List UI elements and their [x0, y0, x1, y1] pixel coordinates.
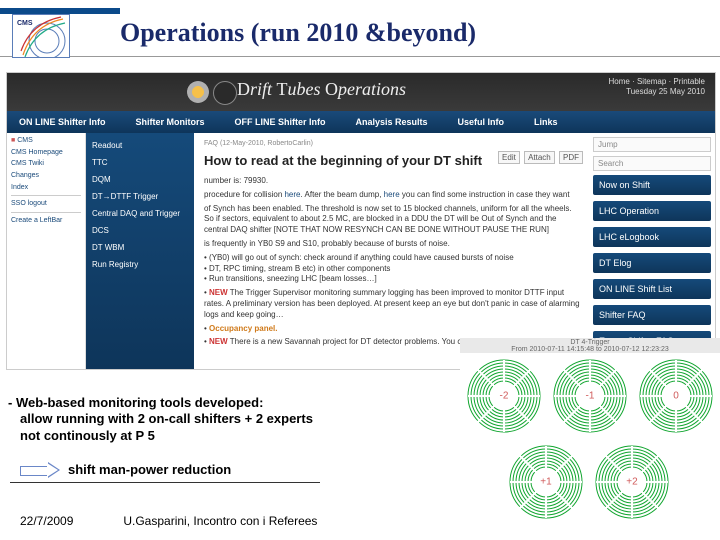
left-sidebar: ■ CMS CMS Homepage CMS Twiki Changes Ind… [7, 133, 86, 369]
cern-small-icon [213, 81, 237, 105]
slide-footer: 22/7/2009 U.Gasparini, Incontro con i Re… [20, 514, 317, 528]
link-here[interactable]: here [384, 190, 400, 199]
wheel-icon: +2 [594, 444, 670, 520]
left-item[interactable]: CMS Twiki [11, 160, 81, 168]
jump-input[interactable]: Jump [593, 137, 711, 152]
content-pane: FAQ (12-May-2010, RobertoCarlin) Edit At… [194, 133, 589, 369]
embedded-webpage: Drift Tubes Operations Home · Sitemap · … [6, 72, 716, 370]
slide-header: CMS Operations (run 2010 &beyond) [0, 0, 720, 57]
bullet-line: - Web-based monitoring tools developed: [8, 395, 428, 411]
wheel-label: -2 [500, 391, 509, 402]
webpage-banner: Drift Tubes Operations Home · Sitemap · … [7, 73, 715, 111]
sec-item[interactable]: DCS [92, 222, 188, 239]
content-note: of Synch has been enabled. The threshold… [204, 204, 581, 236]
left-sso[interactable]: SSO logout [11, 200, 81, 208]
slide-title: Operations (run 2010 &beyond) [120, 18, 476, 48]
nav-item[interactable]: Analysis Results [356, 117, 428, 127]
nav-item[interactable]: Shifter Monitors [136, 117, 205, 127]
wheel-label: +1 [540, 477, 551, 488]
cms-small-icon [187, 81, 209, 103]
webpage-topnav: ON LINE Shifter Info Shifter Monitors OF… [7, 111, 715, 134]
arrow-label: shift man-power reduction [68, 462, 231, 477]
wheel-icon: +1 [508, 444, 584, 520]
wheel-label: +2 [626, 477, 637, 488]
nav-item[interactable]: Links [534, 117, 558, 127]
wheel-label: 0 [673, 391, 679, 402]
attach-button[interactable]: Attach [524, 151, 555, 164]
left-item[interactable]: CMS [17, 137, 33, 144]
page-tools: Edit Attach PDF [496, 153, 583, 164]
wheel-icon: 0 [638, 358, 714, 434]
section-nav: Readout TTC DQM DT→DTTF Trigger Central … [86, 133, 194, 369]
crumb-links: Home · Sitemap · Printable [609, 77, 705, 86]
faq-date: FAQ (12-May-2010, RobertoCarlin) [204, 139, 581, 148]
sec-item[interactable]: Readout [92, 137, 188, 154]
right-button[interactable]: Shifter FAQ [593, 305, 711, 325]
bullet-block: - Web-based monitoring tools developed: … [8, 395, 428, 444]
content-note: • (YB0) will go out of synch: check arou… [204, 253, 581, 285]
footer-author: U.Gasparini, Incontro con i Referees [123, 514, 317, 528]
wheel-icon: -1 [552, 358, 628, 434]
right-button[interactable]: ON LINE Shift List [593, 279, 711, 299]
sec-item[interactable]: Run Registry [92, 256, 188, 273]
cms-logo: CMS [12, 14, 70, 58]
left-item[interactable]: CMS Homepage [11, 149, 81, 157]
footer-date: 22/7/2009 [20, 514, 120, 528]
crumb-date: Tuesday 25 May 2010 [626, 87, 705, 96]
nav-item[interactable]: Useful Info [458, 117, 505, 127]
sec-item[interactable]: Central DAQ and Trigger [92, 205, 188, 222]
svg-text:CMS: CMS [17, 20, 33, 27]
right-button[interactable]: LHC eLogbook [593, 227, 711, 247]
bullet-line: allow running with 2 on-call shifters + … [8, 411, 428, 427]
right-button[interactable]: Now on Shift [593, 175, 711, 195]
nav-item[interactable]: ON LINE Shifter Info [19, 117, 106, 127]
underline [10, 482, 320, 483]
pdf-button[interactable]: PDF [559, 151, 583, 164]
arrow-row: shift man-power reduction [20, 462, 231, 477]
wheel-panel: DT 4-Trigger From 2010-07-11 14:15:48 to… [460, 338, 720, 528]
nav-item[interactable]: OFF LINE Shifter Info [235, 117, 326, 127]
sec-item[interactable]: DQM [92, 171, 188, 188]
left-item[interactable]: Changes [11, 172, 81, 180]
link-here[interactable]: here [284, 190, 300, 199]
sec-item[interactable]: DT WBM [92, 239, 188, 256]
right-arrow-icon [20, 463, 60, 477]
run-number: number is: 79930. [204, 176, 581, 187]
banner-crumb: Home · Sitemap · Printable Tuesday 25 Ma… [609, 77, 705, 96]
search-input[interactable]: Search [593, 156, 711, 171]
banner-title: Drift Tubes Operations [237, 79, 406, 100]
right-button[interactable]: LHC Operation [593, 201, 711, 221]
sec-item[interactable]: TTC [92, 154, 188, 171]
right-sidebar: Jump Search Now on Shift LHC Operation L… [589, 133, 715, 369]
webpage-body: ■ CMS CMS Homepage CMS Twiki Changes Ind… [7, 133, 715, 369]
sec-item[interactable]: DT→DTTF Trigger [92, 188, 188, 205]
right-button[interactable]: DT Elog [593, 253, 711, 273]
wheel-label: -1 [586, 391, 595, 402]
left-item[interactable]: Index [11, 184, 81, 192]
content-occ: • Occupancy panel. [204, 324, 581, 335]
content-new: • NEW The Trigger Supervisor monitoring … [204, 288, 581, 320]
content-line: procedure for collision here. After the … [204, 190, 581, 201]
content-note: is frequently in YB0 S9 and S10, probabl… [204, 239, 581, 250]
bullet-line: not continously at P 5 [8, 428, 428, 444]
left-create[interactable]: Create a LeftBar [11, 217, 81, 225]
edit-button[interactable]: Edit [498, 151, 520, 164]
wheel-icon: -2 [466, 358, 542, 434]
wheel-strip: DT 4-Trigger From 2010-07-11 14:15:48 to… [460, 338, 720, 353]
